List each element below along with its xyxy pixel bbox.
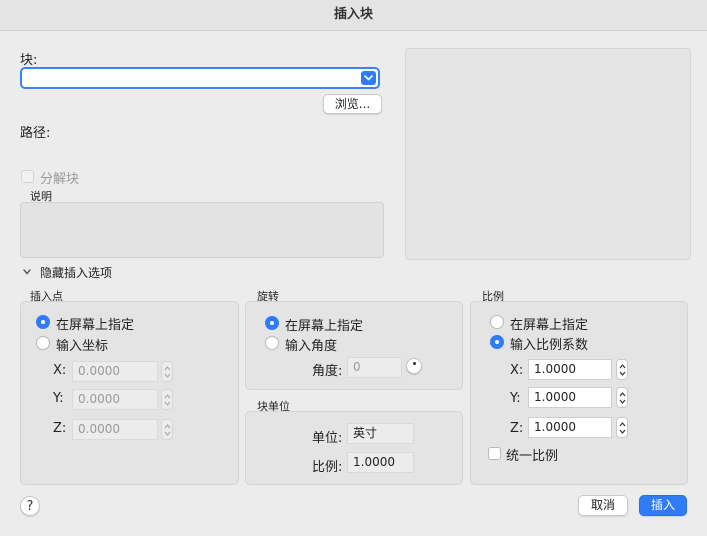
angle-field[interactable]: 0 (347, 357, 402, 378)
insertion-coords-radio[interactable] (36, 336, 50, 350)
help-button[interactable]: ? (20, 496, 40, 516)
scale-z-field[interactable]: 1.0000 (528, 417, 612, 438)
description-box (20, 202, 384, 258)
insertion-coords-label: 输入坐标 (56, 339, 109, 354)
insertion-y-label: Y: (53, 391, 64, 406)
angle-dial-knob[interactable] (406, 358, 422, 374)
rotation-specify-label: 在屏幕上指定 (285, 319, 364, 334)
angle-label: 角度: (312, 364, 343, 379)
uniform-scale-label: 统一比例 (506, 449, 559, 464)
hide-options-toggle[interactable]: 隐藏插入选项 (40, 264, 112, 281)
block-scale-value: 1.0000 (347, 452, 414, 473)
block-scale-label: 比例: (312, 460, 343, 475)
unit-label: 单位: (312, 431, 343, 446)
chevron-down-icon[interactable] (22, 266, 32, 281)
insertion-y-stepper[interactable] (161, 389, 173, 410)
insertion-x-label: X: (53, 363, 67, 378)
explode-checkbox[interactable] (21, 170, 34, 183)
block-combobox[interactable] (20, 67, 380, 89)
explode-label: 分解块 (40, 172, 80, 187)
unit-value: 英寸 (347, 423, 414, 444)
uniform-scale-checkbox[interactable] (488, 447, 501, 460)
scale-factors-label: 输入比例系数 (510, 338, 589, 353)
insertion-specify-radio[interactable] (36, 315, 50, 329)
chevron-down-icon[interactable] (361, 71, 376, 85)
rotation-specify-radio[interactable] (265, 316, 279, 330)
scale-x-label: X: (510, 363, 524, 378)
window-title: 插入块 (0, 0, 707, 31)
insertion-specify-label: 在屏幕上指定 (56, 318, 135, 333)
insertion-x-stepper[interactable] (161, 361, 173, 382)
scale-y-label: Y: (510, 391, 521, 406)
rotation-angle-radio[interactable] (265, 336, 279, 350)
scale-x-stepper[interactable] (616, 359, 628, 380)
rotation-angle-label: 输入角度 (285, 339, 338, 354)
cancel-button[interactable]: 取消 (578, 495, 628, 516)
scale-x-field[interactable]: 1.0000 (528, 359, 612, 380)
scale-specify-label: 在屏幕上指定 (510, 318, 589, 333)
scale-y-field[interactable]: 1.0000 (528, 387, 612, 408)
path-label: 路径: (20, 126, 51, 141)
scale-z-label: Z: (510, 421, 524, 436)
block-preview (405, 48, 691, 260)
block-label: 块: (20, 53, 38, 68)
scale-y-stepper[interactable] (616, 387, 628, 408)
scale-z-stepper[interactable] (616, 417, 628, 438)
insertion-y-field[interactable]: 0.0000 (72, 389, 158, 410)
insertion-x-field[interactable]: 0.0000 (72, 361, 158, 382)
insertion-z-field[interactable]: 0.0000 (72, 419, 158, 440)
insertion-z-label: Z: (53, 421, 67, 436)
insert-button[interactable]: 插入 (639, 495, 687, 516)
scale-specify-radio[interactable] (490, 315, 504, 329)
scale-factors-radio[interactable] (490, 335, 504, 349)
browse-button[interactable]: 浏览... (323, 94, 382, 114)
insertion-z-stepper[interactable] (161, 419, 173, 440)
